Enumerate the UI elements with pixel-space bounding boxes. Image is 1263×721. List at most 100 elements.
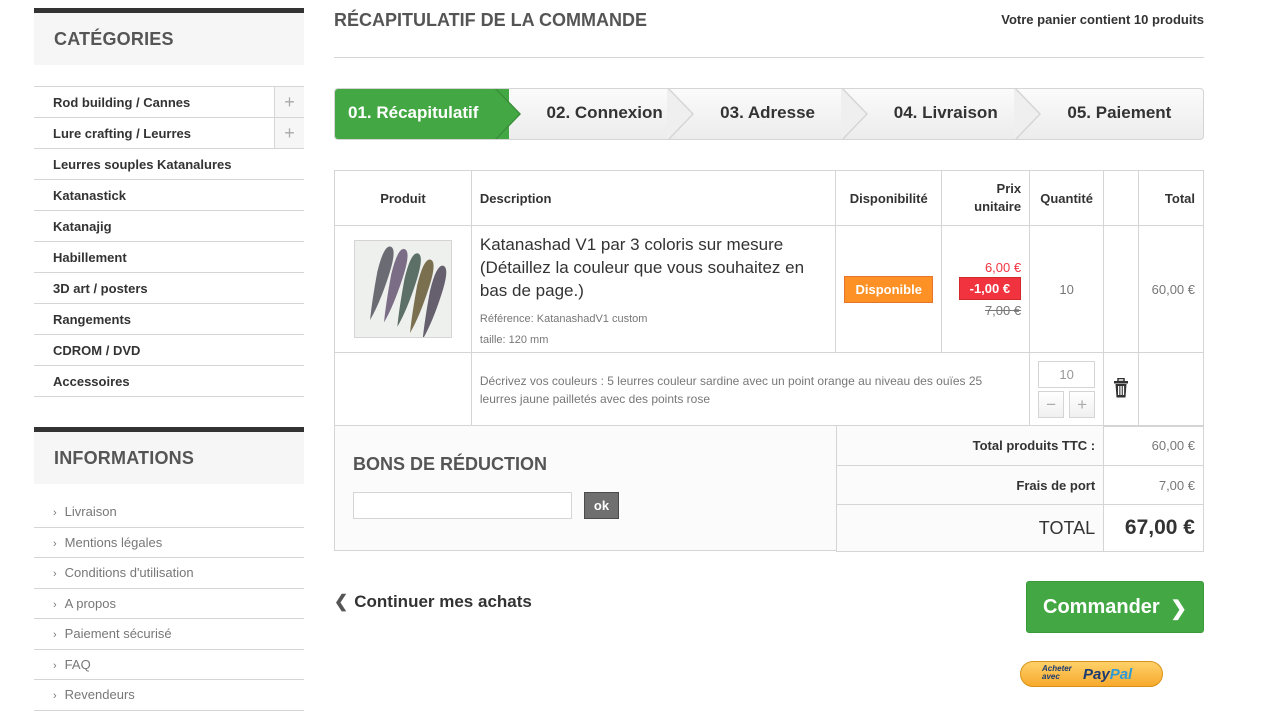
categories-list: Rod building / Cannes + Lure crafting / … [34, 86, 304, 397]
total-cell: 60,00 € [1138, 225, 1204, 353]
price-old: 7,00 € [984, 303, 1022, 318]
customization-text: Décrivez vos couleurs : 5 leurres couleu… [479, 373, 983, 406]
chevron-right-icon: › [53, 537, 57, 550]
delete-cell-empty [1103, 225, 1140, 353]
order-button-label[interactable]: Commander [1043, 596, 1160, 618]
info-link-label[interactable]: FAQ [65, 657, 91, 672]
main-content: RÉCAPITULATIF DE LA COMMANDE Votre panie… [334, 0, 1204, 687]
informations-list: › Livraison › Mentions légales › Conditions… [34, 497, 304, 711]
category-label[interactable]: Katanajig [53, 219, 112, 234]
step-login[interactable]: 02. Connexion [509, 89, 695, 139]
customization-empty-cell [334, 352, 472, 427]
quantity-value: 10 [1059, 281, 1074, 297]
expand-plus-icon[interactable]: + [274, 118, 304, 148]
info-link[interactable]: › A propos [34, 589, 304, 619]
availability-badge: Disponible [844, 275, 933, 303]
step-label: 01. Récapitulatif [348, 103, 479, 122]
customization-total-empty [1138, 352, 1204, 427]
col-delete [1103, 170, 1140, 226]
left-sidebar: CATÉGORIES Rod building / Cannes + Lure … [34, 8, 304, 711]
quantity-input[interactable]: 10 [1038, 361, 1096, 388]
order-button[interactable]: Commander ❯ [1026, 581, 1204, 633]
category-label[interactable]: Lure crafting / Leurres [53, 126, 191, 141]
page-header: RÉCAPITULATIF DE LA COMMANDE Votre panie… [334, 0, 1204, 58]
info-link-label[interactable]: Mentions légales [65, 535, 163, 550]
info-link-label[interactable]: Conditions d'utilisation [65, 565, 194, 580]
quantity-minus-button[interactable]: − [1038, 391, 1065, 418]
continue-shopping-link[interactable]: ❮ Continuer mes achats [334, 592, 532, 612]
price-cell: 6,00 € -1,00 € 7,00 € [941, 225, 1031, 353]
info-link[interactable]: › Conditions d'utilisation [34, 558, 304, 589]
shipping-value: 7,00 € [1103, 465, 1204, 505]
info-link[interactable]: › Paiement sécurisé [34, 619, 304, 650]
chevron-right-icon: › [53, 598, 57, 611]
step-summary[interactable]: 01. Récapitulatif [335, 89, 521, 139]
col-total: Total [1138, 170, 1204, 226]
category-label[interactable]: Rangements [53, 312, 131, 327]
delete-cell [1103, 352, 1140, 427]
paypal-small-text: Acheter avec [1042, 665, 1072, 681]
categories-title: CATÉGORIES [34, 8, 304, 65]
product-name[interactable]: Katanashad V1 par 3 coloris sur mesure (… [480, 233, 812, 302]
info-link[interactable]: › Revendeurs [34, 680, 304, 711]
category-item[interactable]: Rod building / Cannes + [34, 87, 304, 118]
category-label[interactable]: Katanastick [53, 188, 126, 203]
cart-summary: Total produits TTC : 60,00 € Frais de po… [835, 425, 1204, 552]
step-address[interactable]: 03. Adresse [682, 89, 868, 139]
info-link-label[interactable]: Paiement sécurisé [65, 626, 172, 641]
total-products-label: Total produits TTC : [835, 425, 1105, 466]
product-thumb-cell [334, 225, 472, 353]
category-item[interactable]: Leurres souples Katanalures [34, 149, 304, 180]
category-label[interactable]: 3D art / posters [53, 281, 148, 296]
paypal-button[interactable]: Acheter avec PayPal [1020, 661, 1163, 687]
category-item[interactable]: Habillement [34, 242, 304, 273]
category-item[interactable]: Accessoires [34, 366, 304, 397]
category-item[interactable]: Lure crafting / Leurres + [34, 118, 304, 149]
category-item[interactable]: Katanajig [34, 211, 304, 242]
step-arrow-icon [840, 89, 868, 139]
product-image[interactable] [353, 240, 452, 338]
category-item[interactable]: Katanastick [34, 180, 304, 211]
category-label[interactable]: Leurres souples Katanalures [53, 157, 231, 172]
product-size: taille: 120 mm [479, 333, 549, 346]
chevron-right-icon: › [53, 507, 57, 519]
category-item[interactable]: CDROM / DVD [34, 335, 304, 366]
step-arrow-icon [493, 89, 521, 139]
paypal-logo-pay: Pay [1083, 666, 1110, 683]
category-label[interactable]: CDROM / DVD [53, 343, 140, 358]
col-description: Description [470, 170, 837, 226]
expand-plus-icon[interactable]: + [274, 87, 304, 117]
step-label: 03. Adresse [720, 103, 815, 122]
step-shipping[interactable]: 04. Livraison [856, 89, 1042, 139]
step-payment[interactable]: 05. Paiement [1029, 89, 1203, 139]
trash-icon[interactable] [1113, 377, 1129, 401]
chevron-right-icon: › [53, 629, 57, 641]
category-item[interactable]: Rangements [34, 304, 304, 335]
page-title: RÉCAPITULATIF DE LA COMMANDE [334, 10, 647, 30]
voucher-ok-button[interactable]: ok [584, 492, 619, 519]
shipping-label: Frais de port [835, 465, 1105, 505]
info-link[interactable]: › Livraison [34, 497, 304, 528]
quantity-plus-button[interactable]: + [1069, 391, 1096, 418]
info-link-label[interactable]: Livraison [65, 504, 117, 519]
category-label[interactable]: Rod building / Cannes [53, 95, 190, 110]
informations-block: INFORMATIONS › Livraison › Mentions légale… [34, 427, 304, 711]
summary-row-shipping: Frais de port 7,00 € [835, 465, 1204, 505]
price-new: 6,00 € [984, 260, 1022, 275]
continue-shopping-label[interactable]: Continuer mes achats [354, 592, 532, 611]
chevron-right-icon: › [53, 690, 57, 702]
voucher-input[interactable] [353, 492, 572, 519]
voucher-panel: BONS DE RÉDUCTION ok [334, 425, 837, 551]
paypal-logo: PayPal [1083, 666, 1132, 683]
info-link[interactable]: › Mentions légales [34, 528, 304, 558]
info-link[interactable]: › FAQ [34, 650, 304, 680]
step-label: 04. Livraison [893, 103, 998, 122]
info-link-label[interactable]: A propos [65, 596, 116, 611]
line-total: 60,00 € [1151, 281, 1195, 297]
info-link-label[interactable]: Revendeurs [65, 687, 135, 702]
total-value: 67,00 € [1103, 504, 1204, 552]
category-label[interactable]: Accessoires [53, 374, 130, 389]
category-item[interactable]: 3D art / posters [34, 273, 304, 304]
category-label[interactable]: Habillement [53, 250, 127, 265]
chevron-left-icon: ❮ [334, 592, 349, 611]
